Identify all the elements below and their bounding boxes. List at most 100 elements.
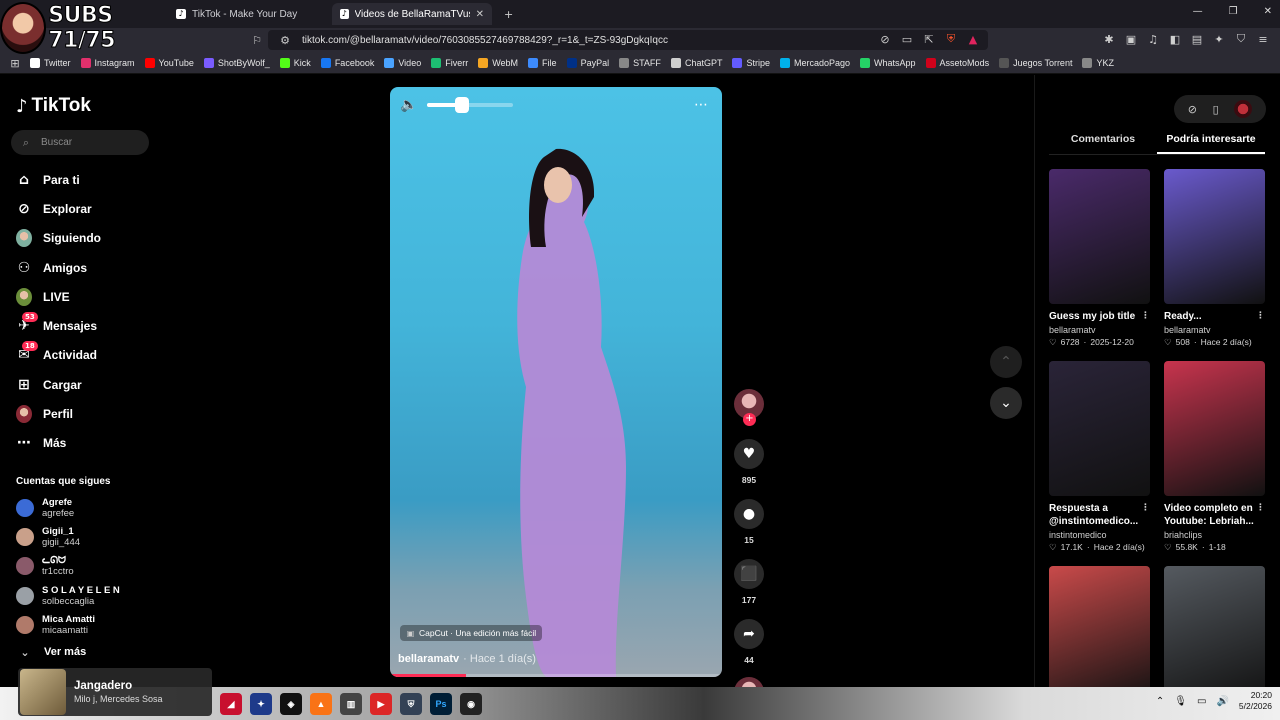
clock[interactable]: 20:20 5/2/2026 xyxy=(1239,690,1272,712)
sidebar-item-más[interactable]: ⋯ Más xyxy=(16,429,101,458)
bookmark-item[interactable]: Twitter xyxy=(30,57,71,68)
recommended-card[interactable]: Respuesta a @instintomedico... ⋮ instintom… xyxy=(1049,361,1150,553)
bookmark-item[interactable]: WebM xyxy=(478,57,518,68)
wallet-icon[interactable]: ▤ xyxy=(1190,32,1204,46)
microphone-icon[interactable]: 🎙 xyxy=(1174,696,1187,707)
app-icon[interactable]: ▲ xyxy=(310,693,332,715)
see-more-button[interactable]: ⌄ Ver más xyxy=(18,645,86,659)
photoshop-icon[interactable]: Ps xyxy=(430,693,452,715)
vpn-icon[interactable]: ⛉ xyxy=(1234,32,1248,46)
follow-plus-icon[interactable]: + xyxy=(743,413,756,426)
speaker-icon[interactable]: 🔊 xyxy=(1216,696,1228,707)
bookmark-item[interactable]: Facebook xyxy=(320,57,374,68)
card-more-icon[interactable]: ⋮ xyxy=(1141,502,1150,528)
card-more-icon[interactable]: ⋮ xyxy=(1141,310,1150,323)
video-more-icon[interactable]: ⋯ xyxy=(694,97,708,113)
video-thumbnail[interactable] xyxy=(1164,566,1265,701)
sidebar-item-cargar[interactable]: ⊞ Cargar xyxy=(16,370,101,399)
video-thumbnail[interactable] xyxy=(1049,169,1150,304)
sidebar-item-live[interactable]: LIVE xyxy=(16,282,101,311)
sidebar-item-actividad[interactable]: ✉ 18 Actividad xyxy=(16,341,101,370)
share-icon[interactable]: ⇱ xyxy=(922,32,936,46)
sidebar-item-mensajes[interactable]: ✈ 53 Mensajes xyxy=(16,311,101,340)
recommended-card[interactable]: Guess my job title ⋮ bellaramatv ♡ 6728 · 2025… xyxy=(1049,169,1150,348)
restore-icon[interactable]: ❐ xyxy=(1229,6,1238,17)
extensions-icon[interactable]: ✱ xyxy=(1102,32,1116,46)
media-icon[interactable]: ♫ xyxy=(1146,32,1160,46)
next-video-button[interactable]: ⌄ xyxy=(990,387,1022,419)
card-more-icon[interactable]: ⋮ xyxy=(1256,310,1265,323)
app-icon[interactable]: ⛨ xyxy=(400,693,422,715)
recommended-card[interactable]: Video completo en Youtube: Lebriah... ⋮ br… xyxy=(1164,361,1265,553)
close-window-icon[interactable]: ✕ xyxy=(1264,6,1272,17)
bookmark-item[interactable]: YouTube xyxy=(144,57,194,68)
ai-icon[interactable]: ✦ xyxy=(1212,32,1226,46)
sidebar-item-perfil[interactable]: Perfil xyxy=(16,399,101,428)
video-progress-bar[interactable] xyxy=(390,674,722,677)
obs-icon[interactable]: ◉ xyxy=(460,693,482,715)
card-author[interactable]: briahclips xyxy=(1164,530,1265,540)
bookmark-item[interactable]: MercadoPago xyxy=(779,57,850,68)
tab-recommended[interactable]: Podría interesarte xyxy=(1157,133,1265,154)
card-more-icon[interactable]: ⋮ xyxy=(1256,502,1265,528)
following-item[interactable]: Agrefe agrefee xyxy=(16,493,120,522)
translate-icon[interactable]: ⊘ xyxy=(878,32,892,46)
sidebar-item-siguiendo[interactable]: Siguiendo xyxy=(16,224,101,253)
now-playing-widget[interactable]: Jangadero Milo j, Mercedes Sosa xyxy=(18,668,212,716)
video-author[interactable]: bellaramatv xyxy=(398,653,459,665)
recommended-card[interactable] xyxy=(1049,566,1150,701)
card-author[interactable]: instintomedico xyxy=(1049,530,1150,540)
close-tab-icon[interactable]: ✕ xyxy=(476,9,484,20)
bookmark-item[interactable]: Instagram xyxy=(80,57,135,68)
tab-tiktok-home[interactable]: ♪ TikTok - Make Your Day xyxy=(168,3,328,25)
bookmark-item[interactable]: Fiverr xyxy=(431,57,468,68)
video-thumbnail[interactable] xyxy=(1164,169,1265,304)
app-icon[interactable]: ◢ xyxy=(220,693,242,715)
comment-button[interactable]: ● xyxy=(734,499,764,529)
bookmark-item[interactable]: AssetoMods xyxy=(925,57,989,68)
bookmark-item[interactable]: ChatGPT xyxy=(670,57,722,68)
app-icon[interactable]: ✦ xyxy=(250,693,272,715)
tab-video[interactable]: ♪ Videos de BellaRamaTVus (@ ✕ xyxy=(332,3,492,25)
recommended-card[interactable] xyxy=(1164,566,1265,701)
share-button[interactable]: ➦ xyxy=(734,619,764,649)
capcut-badge[interactable]: ▣ CapCut · Una edición más fácil xyxy=(400,625,543,641)
volume-slider[interactable] xyxy=(427,97,514,113)
apps-grid-icon[interactable]: ⊞ xyxy=(8,56,22,70)
bookmark-item[interactable]: Juegos Torrent xyxy=(999,57,1072,68)
device-icon[interactable]: ▯ xyxy=(1213,103,1219,116)
video-thumbnail[interactable] xyxy=(1049,566,1150,701)
bookmark-item[interactable]: PayPal xyxy=(566,57,609,68)
site-info-icon[interactable]: ⚙ xyxy=(278,33,292,47)
card-author[interactable]: bellaramatv xyxy=(1164,325,1265,335)
previous-video-button[interactable]: ⌃ xyxy=(990,346,1022,378)
tray-chevron-icon[interactable]: ⌃ xyxy=(1156,696,1164,707)
following-item[interactable]: Gigii_1 gigii_444 xyxy=(16,522,120,551)
volume-knob[interactable] xyxy=(454,97,469,113)
sidebar-item-amigos[interactable]: ⚇ Amigos xyxy=(16,253,101,282)
screenshot-icon[interactable]: ▣ xyxy=(1124,32,1138,46)
save-button[interactable]: ⬛ xyxy=(734,559,764,589)
search-input[interactable]: ⌕ Buscar xyxy=(11,130,149,155)
tab-comments[interactable]: Comentarios xyxy=(1049,133,1157,154)
bookmark-item[interactable]: Stripe xyxy=(732,57,770,68)
bookmark-item[interactable]: Kick xyxy=(279,57,311,68)
following-item[interactable]: ᓚᘏᗢ tr1cctro xyxy=(16,552,120,581)
following-item[interactable]: S O L A Y E L E Nsolbeccaglia xyxy=(16,581,120,610)
video-player[interactable]: 🔈 ⋯ ▣ CapCut · Una edición más fácil bel… xyxy=(390,87,722,677)
app-icon[interactable]: ◈ xyxy=(280,693,302,715)
video-thumbnail[interactable] xyxy=(1049,361,1150,496)
network-icon[interactable]: ▭ xyxy=(1197,696,1206,707)
sidebar-item-explorar[interactable]: ⊘ Explorar xyxy=(16,194,101,223)
author-avatar[interactable]: + xyxy=(734,389,764,426)
bookmark-icon[interactable]: ⚐ xyxy=(250,33,264,47)
bookmark-item[interactable]: YKZ xyxy=(1082,57,1114,68)
app-icon[interactable]: ▶ xyxy=(370,693,392,715)
volume-icon[interactable]: 🔈 xyxy=(400,97,417,113)
like-button[interactable]: ♥ xyxy=(734,439,764,469)
cast-icon[interactable]: ▭ xyxy=(900,32,914,46)
bookmark-item[interactable]: File xyxy=(528,57,557,68)
bookmark-item[interactable]: WhatsApp xyxy=(860,57,916,68)
bookmark-item[interactable]: STAFF xyxy=(619,57,661,68)
new-tab-button[interactable]: + xyxy=(496,3,516,25)
